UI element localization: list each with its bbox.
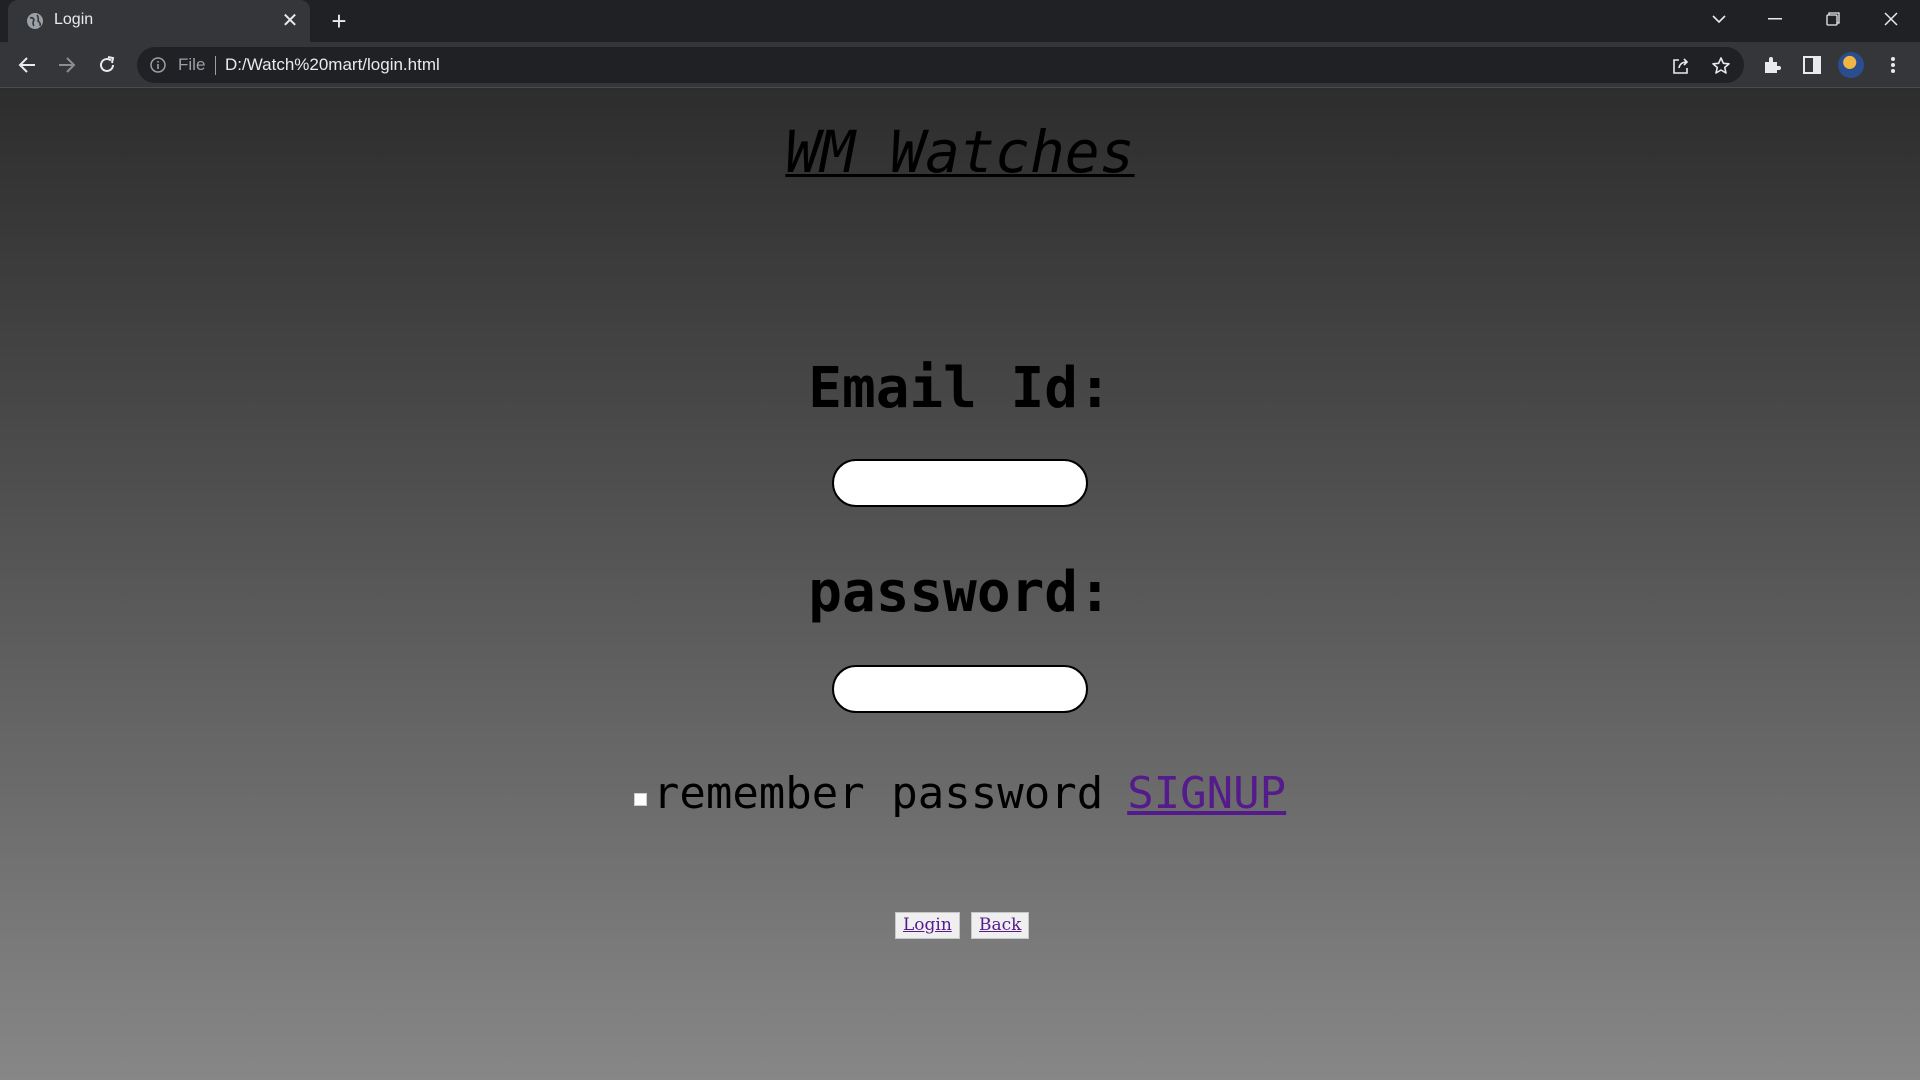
new-tab-icon[interactable]: +: [325, 8, 353, 36]
close-tab-icon[interactable]: ✕: [280, 11, 300, 31]
password-label: password:: [808, 560, 1112, 625]
info-icon[interactable]: [149, 56, 167, 74]
tab-title: Login: [54, 11, 94, 28]
globe-icon: [26, 12, 44, 30]
signup-link[interactable]: SIGNUP: [1127, 768, 1286, 819]
profile-avatar[interactable]: [1838, 52, 1864, 78]
reload-icon[interactable]: [91, 49, 123, 81]
restore-icon[interactable]: [1810, 4, 1856, 34]
close-window-icon[interactable]: [1868, 4, 1914, 34]
password-field[interactable]: [832, 665, 1088, 713]
remember-checkbox[interactable]: [633, 793, 647, 806]
browser-tab[interactable]: Login ✕: [8, 0, 310, 42]
tab-strip: Login ✕ +: [0, 0, 1920, 42]
login-page: WM Watches Email Id: password: remember …: [0, 88, 1920, 1080]
menu-kebab-icon[interactable]: [1880, 52, 1906, 78]
email-label: Email Id:: [808, 356, 1112, 421]
minimize-icon[interactable]: [1752, 4, 1798, 34]
email-field[interactable]: [832, 459, 1088, 507]
browser-toolbar: File D:/Watch%20mart/login.html: [0, 42, 1920, 88]
tab-search-icon[interactable]: [1696, 4, 1742, 34]
share-icon[interactable]: [1669, 54, 1693, 78]
address-bar[interactable]: File D:/Watch%20mart/login.html: [137, 47, 1744, 83]
remember-label: remember password: [652, 768, 1104, 819]
remember-row: remember password SIGNUP: [0, 768, 1920, 819]
back-arrow-icon[interactable]: [11, 49, 43, 81]
bookmark-star-icon[interactable]: [1709, 54, 1733, 78]
url-scheme: File: [178, 55, 206, 74]
login-button[interactable]: Login: [895, 912, 960, 939]
back-button[interactable]: Back: [971, 912, 1030, 939]
site-title: WM Watches: [785, 118, 1135, 186]
extensions-icon[interactable]: [1759, 52, 1785, 78]
forward-arrow-icon[interactable]: [51, 49, 83, 81]
url-text[interactable]: D:/Watch%20mart/login.html: [225, 55, 440, 75]
side-panel-icon[interactable]: [1799, 52, 1825, 78]
url-separator: [215, 56, 216, 75]
